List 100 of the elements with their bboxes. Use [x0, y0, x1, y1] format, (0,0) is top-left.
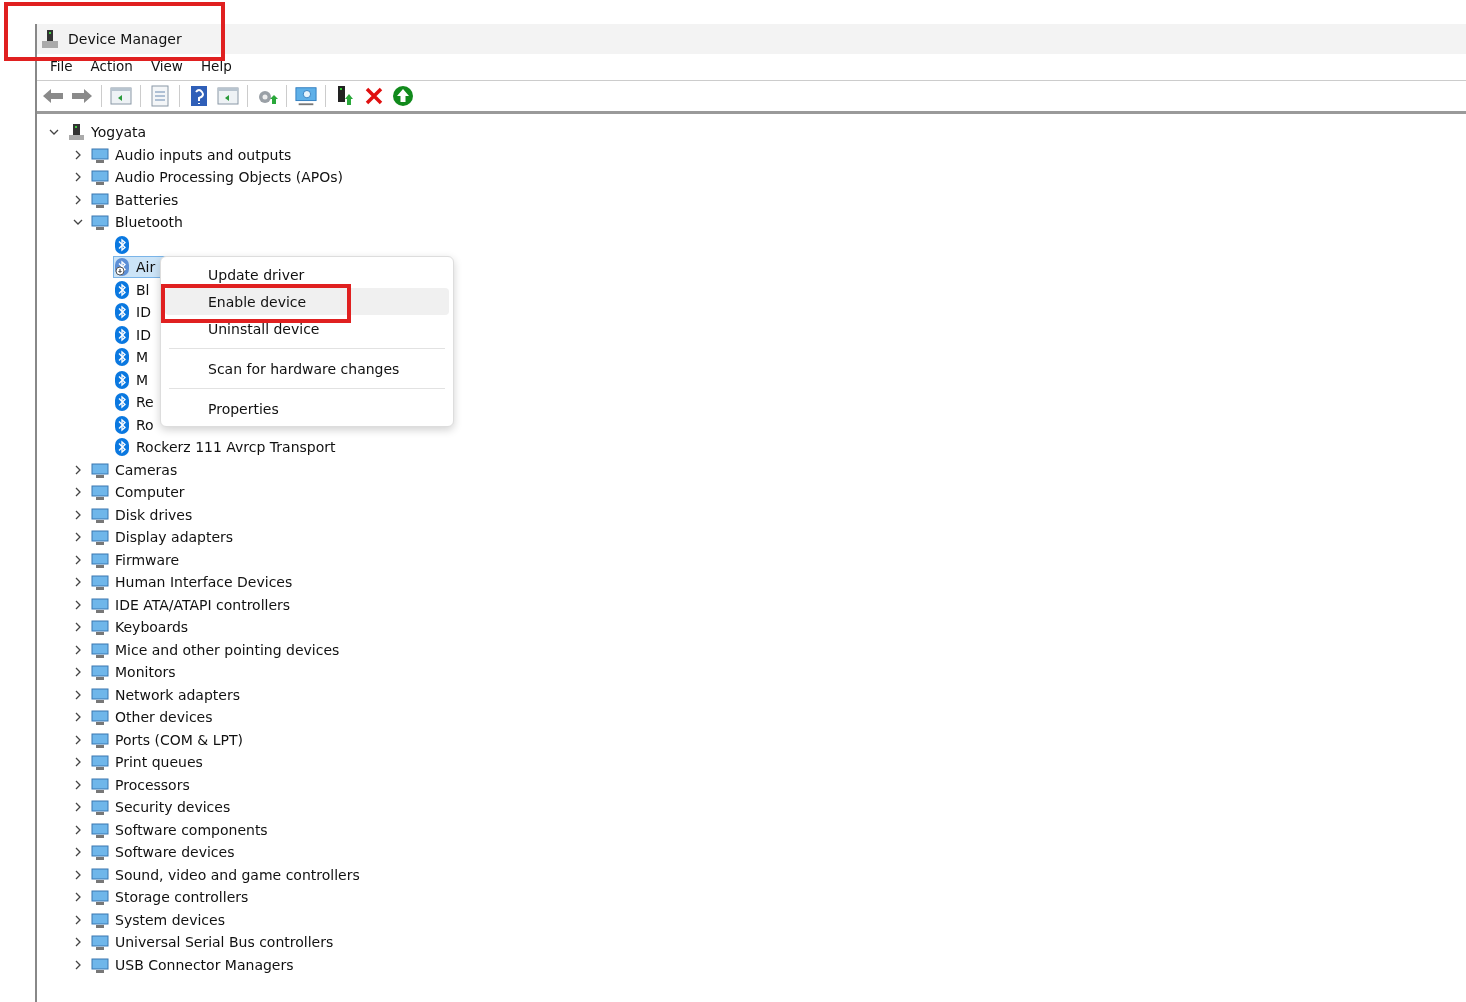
- tree-item[interactable]: Universal Serial Bus controllers: [115, 934, 334, 951]
- device-icon: [91, 640, 109, 659]
- device-icon: [91, 820, 109, 839]
- bluetooth-icon: [114, 348, 130, 367]
- tree-item[interactable]: Display adapters: [115, 529, 234, 546]
- tree-item[interactable]: Storage controllers: [115, 889, 249, 906]
- tree-item[interactable]: Bluetooth: [115, 214, 183, 231]
- chevron-right-icon: [73, 577, 83, 588]
- chevron-right-icon: [73, 869, 83, 880]
- tree-item[interactable]: Audio Processing Objects (APOs): [115, 169, 344, 186]
- chevron-right-icon: [73, 914, 83, 925]
- tree-item[interactable]: Sound, video and game controllers: [115, 866, 360, 883]
- tree-item[interactable]: Security devices: [115, 799, 231, 816]
- tree-item[interactable]: Keyboards: [115, 619, 189, 636]
- menu-item[interactable]: Action: [81, 58, 142, 80]
- tree-item[interactable]: ID: [136, 304, 151, 321]
- tree-item[interactable]: Audio inputs and outputs: [115, 146, 292, 163]
- forward-arrow-icon: [71, 87, 93, 105]
- chevron-right-icon: [73, 464, 83, 475]
- chevron-right-icon: [73, 757, 83, 768]
- device-icon: [91, 933, 109, 952]
- tree-item[interactable]: Print queues: [115, 754, 203, 771]
- tree-item[interactable]: Batteries: [115, 191, 179, 208]
- computer-icon: [40, 29, 60, 49]
- pane-icon: [217, 86, 239, 106]
- context-menu-item[interactable]: Properties: [165, 395, 449, 422]
- context-menu-item[interactable]: Scan for hardware changes: [165, 355, 449, 382]
- context-menu-item[interactable]: Update driver: [165, 261, 449, 288]
- chevron-right-icon: [73, 824, 83, 835]
- tree-item[interactable]: Disk drives: [115, 506, 193, 523]
- context-menu-item[interactable]: Uninstall device: [165, 315, 449, 342]
- computer-icon: [67, 123, 85, 142]
- tree-item[interactable]: M: [136, 371, 149, 388]
- chevron-right-icon: [73, 532, 83, 543]
- device-icon: [91, 618, 109, 637]
- tree-item[interactable]: Software devices: [115, 844, 235, 861]
- device-icon: [91, 843, 109, 862]
- tree-item[interactable]: Computer: [115, 484, 185, 501]
- device-icon: [91, 888, 109, 907]
- tree-item[interactable]: Monitors: [115, 664, 176, 681]
- tree-item[interactable]: ID: [136, 326, 151, 343]
- device-icon: [91, 753, 109, 772]
- tree-item[interactable]: M: [136, 349, 149, 366]
- tree-item[interactable]: Re: [136, 394, 154, 411]
- tree-item[interactable]: USB Connector Managers: [115, 956, 294, 973]
- device-icon: [91, 528, 109, 547]
- bluetooth-icon: [114, 325, 130, 344]
- menu-item[interactable]: View: [141, 58, 192, 80]
- help-icon: [190, 85, 208, 107]
- bluetooth-icon: [114, 303, 130, 322]
- chevron-right-icon: [73, 779, 83, 790]
- tree-item[interactable]: Bl: [136, 281, 150, 298]
- tree-item[interactable]: Ro: [136, 416, 154, 433]
- tree-item[interactable]: Yogyata: [91, 124, 147, 141]
- tree-item[interactable]: Human Interface Devices: [115, 574, 293, 591]
- tree-item[interactable]: Cameras: [115, 461, 178, 478]
- close-icon: [365, 87, 383, 105]
- bluetooth-icon: [114, 280, 130, 299]
- tree-item[interactable]: Ports (COM & LPT): [115, 731, 243, 748]
- pane-icon: [110, 86, 132, 106]
- tree-item[interactable]: Firmware: [115, 551, 180, 568]
- context-menu-item[interactable]: Enable device: [165, 288, 449, 315]
- tree-item[interactable]: System devices: [115, 911, 225, 928]
- chevron-right-icon: [73, 937, 83, 948]
- tree-item[interactable]: Processors: [115, 776, 190, 793]
- device-update-icon: [335, 85, 355, 107]
- chevron-right-icon: [73, 149, 83, 160]
- device-icon: [91, 798, 109, 817]
- device-icon: [91, 910, 109, 929]
- device-icon: [91, 505, 109, 524]
- menu-item[interactable]: Help: [191, 58, 241, 80]
- chevron-right-icon: [73, 599, 83, 610]
- device-icon: [91, 663, 109, 682]
- back-arrow-icon: [42, 87, 64, 105]
- device-icon: [91, 865, 109, 884]
- bluetooth-icon: [114, 438, 130, 457]
- sheet-icon: [150, 85, 170, 107]
- device-icon: [91, 460, 109, 479]
- chevron-right-icon: [73, 959, 83, 970]
- bluetooth-icon: [114, 370, 130, 389]
- device-icon: [91, 550, 109, 569]
- chevron-right-icon: [73, 689, 83, 700]
- menu-item[interactable]: File: [41, 58, 82, 80]
- chevron-right-icon: [73, 734, 83, 745]
- tree-item[interactable]: Software components: [115, 821, 268, 838]
- tree-item[interactable]: Other devices: [115, 709, 213, 726]
- chevron-right-icon: [73, 712, 83, 723]
- tree-item[interactable]: Network adapters: [115, 686, 240, 703]
- tree-item[interactable]: IDE ATA/ATAPI controllers: [115, 596, 291, 613]
- chevron-right-icon: [73, 802, 83, 813]
- bluetooth-icon: [114, 258, 130, 277]
- device-icon: [91, 145, 109, 164]
- tree-item[interactable]: Rockerz 111 Avrcp Transport: [136, 439, 336, 456]
- chevron-right-icon: [73, 644, 83, 655]
- chevron-right-icon: [73, 194, 83, 205]
- device-icon: [91, 595, 109, 614]
- chevron-right-icon: [73, 487, 83, 498]
- window-title: Device Manager: [68, 31, 182, 47]
- device-icon: [91, 190, 109, 209]
- tree-item[interactable]: Mice and other pointing devices: [115, 641, 340, 658]
